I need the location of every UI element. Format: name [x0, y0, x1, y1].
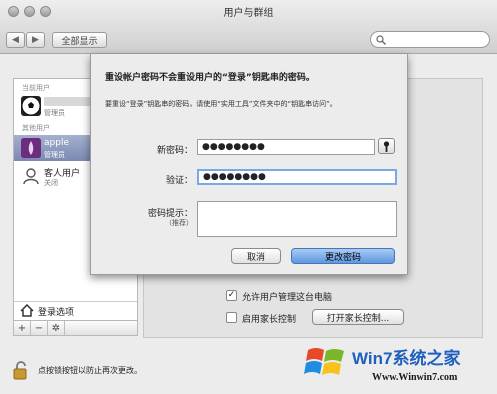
window-title: 用户与群组	[223, 8, 274, 19]
new-password-label: 新密码：	[156, 146, 193, 156]
allow-admin-checkbox[interactable]: ✓	[226, 290, 237, 301]
remove-user-button[interactable]: −	[31, 321, 48, 335]
change-password-label: 更改密码	[324, 252, 361, 263]
search-icon	[376, 35, 386, 45]
house-icon	[20, 304, 34, 317]
current-user-section-label: 当前用户	[22, 84, 50, 92]
new-password-field[interactable]: ●●●●●●●●	[197, 139, 375, 155]
search-input[interactable]	[370, 31, 490, 48]
show-all-button[interactable]: 全部显示	[52, 32, 107, 48]
open-parental-controls-button[interactable]: 打开家长控制...	[312, 309, 404, 325]
soccer-ball-avatar	[21, 96, 41, 116]
watermark-brand: Win7系统之家	[352, 349, 461, 368]
login-options-label: 登录选项	[38, 308, 75, 318]
lock-icon[interactable]	[13, 361, 29, 381]
password-assistant-button[interactable]	[378, 138, 395, 154]
other-users-section-label: 其他用户	[22, 124, 50, 132]
current-user-role: 管理员	[44, 109, 65, 117]
user-role-apple: 管理员	[44, 151, 65, 159]
allow-admin-label: 允许用户管理这台电脑	[242, 293, 333, 303]
verify-label: 验证：	[165, 176, 193, 186]
login-options-item[interactable]: 登录选项	[14, 301, 137, 318]
password-hint-sublabel: （推荐）	[165, 219, 193, 227]
person-icon	[21, 166, 41, 186]
watermark-url: Www.Winwin7.com	[372, 372, 458, 383]
users-groups-window: 用户与群组 ◀ ▶ 全部显示 当前用户 管理员 其他用户 apple 管理员 客…	[0, 0, 497, 394]
sheet-title: 重设帐户密码不会重设用户的“登录”钥匙串的密码。	[105, 73, 315, 83]
show-all-label: 全部显示	[61, 36, 98, 47]
password-hint-field[interactable]	[197, 201, 397, 237]
reset-password-sheet: 重设帐户密码不会重设用户的“登录”钥匙串的密码。 要重设“登录”钥匙串的密码，请…	[90, 54, 408, 275]
sheet-description: 要重设“登录”钥匙串的密码，请使用“实用工具”文件夹中的“钥匙串访问”。	[105, 100, 337, 108]
cancel-label: 取消	[246, 252, 265, 263]
windows-logo-icon	[304, 348, 344, 375]
verify-password-field[interactable]: ●●●●●●●●	[197, 169, 397, 185]
chevron-left-icon: ◀	[12, 35, 19, 45]
sidebar-toolbar: + − ✲	[13, 320, 138, 336]
back-button[interactable]: ◀	[6, 32, 25, 48]
current-user-name-redacted	[44, 97, 94, 106]
open-parental-controls-label: 打开家长控制...	[326, 313, 390, 324]
change-password-button[interactable]: 更改密码	[291, 248, 395, 264]
lock-hint-text: 点按锁按钮以防止再次更改。	[38, 366, 142, 375]
parental-controls-checkbox[interactable]	[226, 312, 237, 323]
watermark: Win7系统之家 Www.Winwin7.com	[300, 336, 497, 394]
title-bar: 用户与群组 ◀ ▶ 全部显示	[0, 0, 497, 54]
add-user-button[interactable]: +	[14, 321, 31, 335]
flower-avatar	[21, 138, 41, 158]
forward-button[interactable]: ▶	[26, 32, 45, 48]
gear-icon[interactable]: ✲	[48, 321, 65, 335]
user-name-apple: apple	[44, 138, 69, 148]
user-role-guest: 关闭	[44, 179, 58, 187]
chevron-right-icon: ▶	[32, 35, 39, 45]
cancel-button[interactable]: 取消	[231, 248, 281, 264]
parental-controls-label: 启用家长控制	[242, 315, 297, 325]
key-icon	[383, 140, 390, 152]
